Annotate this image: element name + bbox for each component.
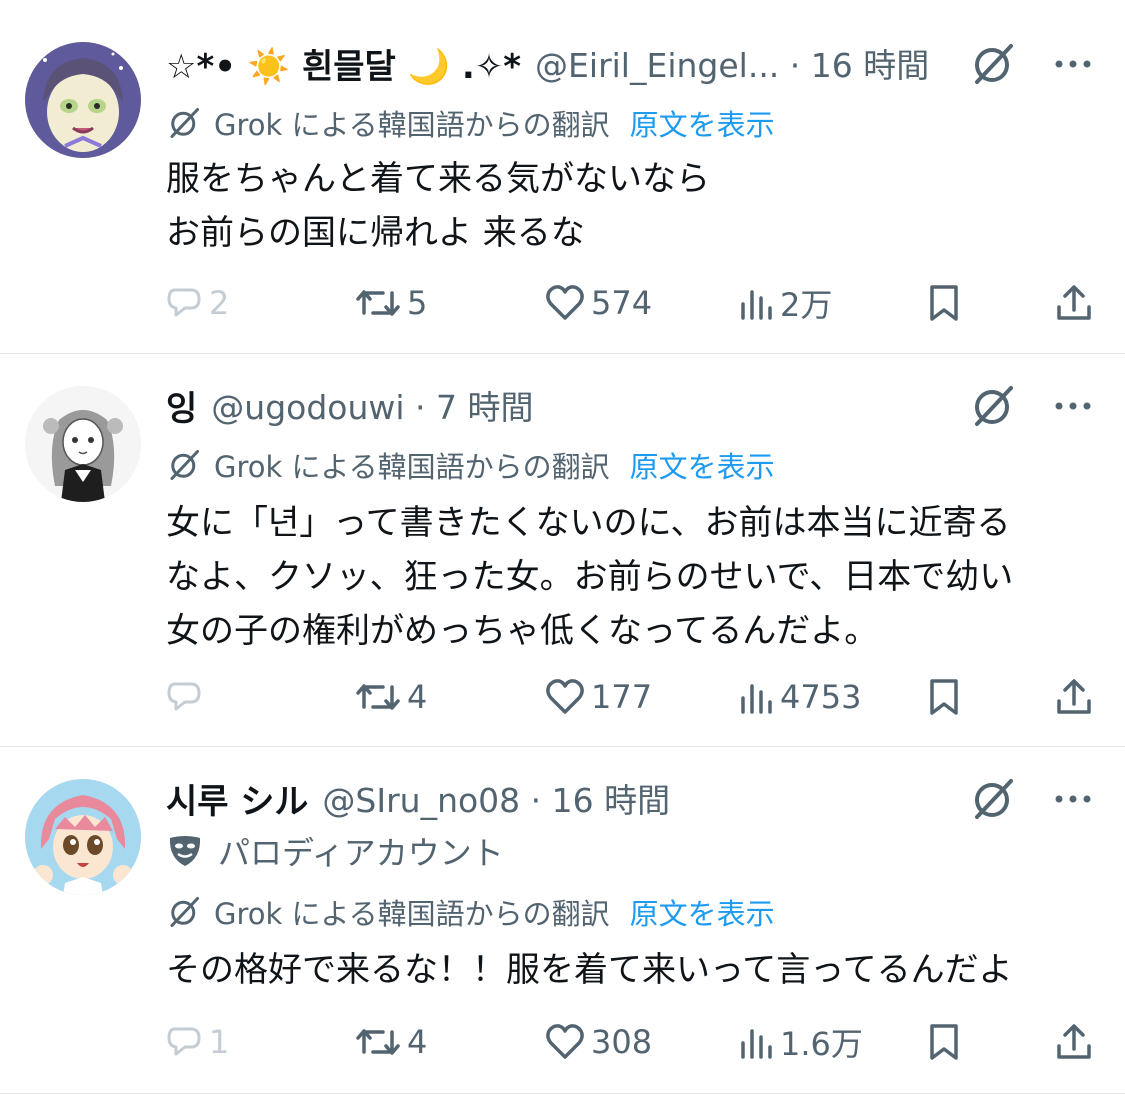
avatar[interactable] <box>25 42 141 158</box>
share-icon <box>1057 285 1091 320</box>
tweet[interactable]: 시루 シル @SIru_no08 · 16 時間 パロディアカウント Grok … <box>0 747 1125 1096</box>
share-button[interactable] <box>1055 278 1099 328</box>
handle-and-time[interactable]: @ugodouwi · 7 時間 <box>211 381 533 429</box>
bookmark-icon <box>930 285 958 321</box>
tweet-text: 服をちゃんと着て来る気がないなら お前らの国に帰れよ 来るな <box>166 152 1085 260</box>
retweet-button[interactable]: 4 <box>355 1017 427 1067</box>
like-icon <box>546 285 584 320</box>
avatar[interactable] <box>25 386 141 502</box>
views-button[interactable]: 2万 <box>738 278 832 328</box>
parody-account-label: パロディアカウント <box>166 829 504 873</box>
reply-icon <box>167 288 201 317</box>
retweet-button[interactable]: 5 <box>355 278 427 328</box>
tweet[interactable]: 잉 @ugodouwi · 7 時間 Grok による韓国語からの翻訳 原文を表… <box>0 354 1125 746</box>
views-icon <box>741 290 772 320</box>
reply-button[interactable] <box>165 672 209 722</box>
reply-icon <box>167 682 201 711</box>
views-icon <box>741 1029 772 1059</box>
show-original-link[interactable]: 原文を表示 <box>630 444 775 486</box>
tweet-divider <box>0 1093 1125 1094</box>
action-bar: 4 177 4753 <box>0 672 1125 722</box>
translation-notice: Grok による韓国語からの翻訳 原文を表示 <box>166 101 775 145</box>
avatar[interactable] <box>25 779 141 895</box>
handle-and-time[interactable]: @Eiril_Eingel... · 16 時間 <box>535 39 929 87</box>
translation-label: Grok による韓国語からの翻訳 <box>214 108 610 142</box>
show-original-link[interactable]: 原文を表示 <box>630 891 775 933</box>
share-button[interactable] <box>1055 672 1099 722</box>
like-count: 574 <box>591 284 653 322</box>
views-count: 2万 <box>780 286 833 324</box>
action-bar: 1 4 308 1.6万 <box>0 1017 1125 1067</box>
tweet-header: 잉 @ugodouwi · 7 時間 <box>166 380 1105 430</box>
translation-label: Grok による韓国語からの翻訳 <box>214 897 610 931</box>
display-name[interactable]: 잉 <box>166 381 197 430</box>
tweet-text-line: 服をちゃんと着て来る気がないなら <box>166 159 710 199</box>
like-button[interactable]: 177 <box>545 672 652 722</box>
tweet-text-line: その格好で来るな！！服を着て来いって言ってるんだよ <box>166 950 1013 990</box>
views-icon <box>741 684 772 714</box>
translation-notice: Grok による韓国語からの翻訳 原文を表示 <box>166 443 775 487</box>
action-bar: 2 5 574 2万 <box>0 278 1125 328</box>
share-icon <box>1057 679 1091 714</box>
views-count: 4753 <box>780 678 862 716</box>
like-button[interactable]: 308 <box>545 1017 652 1067</box>
bookmark-button[interactable] <box>926 1017 968 1067</box>
display-name[interactable]: ☆*• ☀️ 흰믈달 🌙 .✧* <box>166 39 521 88</box>
bookmark-button[interactable] <box>926 672 968 722</box>
translate-icon <box>170 897 199 927</box>
bookmark-button[interactable] <box>926 278 968 328</box>
translate-icon <box>170 450 199 480</box>
parody-label-text: パロディアカウント <box>218 834 504 872</box>
translate-icon <box>170 108 199 138</box>
reply-button[interactable]: 1 <box>165 1017 229 1067</box>
show-original-link[interactable]: 原文を表示 <box>630 102 775 144</box>
views-button[interactable]: 1.6万 <box>738 1017 863 1067</box>
tweet-text: その格好で来るな！！服を着て来いって言ってるんだよ <box>166 943 1085 997</box>
tweet-header: 시루 シル @SIru_no08 · 16 時間 <box>166 773 1105 823</box>
like-count: 177 <box>591 678 653 716</box>
display-name[interactable]: 시루 シル <box>166 774 308 823</box>
reply-count: 2 <box>209 284 230 322</box>
tweet-header: ☆*• ☀️ 흰믈달 🌙 .✧* @Eiril_Eingel... · 16 時… <box>166 38 1105 88</box>
retweet-count: 4 <box>407 1023 428 1061</box>
tweet[interactable]: ☆*• ☀️ 흰믈달 🌙 .✧* @Eiril_Eingel... · 16 時… <box>0 0 1125 352</box>
grok-icon[interactable] <box>969 40 1017 88</box>
tweet-text-line: お前らの国に帰れよ 来るな <box>166 213 585 253</box>
retweet-count: 4 <box>407 678 428 716</box>
tweet-text: 女に「년」って書きたくないのに、お前は本当に近寄る なよ、クソッ、狂った女。お前… <box>166 496 1085 658</box>
views-count: 1.6万 <box>780 1025 863 1063</box>
retweet-count: 5 <box>407 284 428 322</box>
parody-mask-icon <box>169 836 201 866</box>
bookmark-icon <box>930 1024 958 1060</box>
tweet-text-line: 女の子の権利がめっちゃ低くなってるんだよ。 <box>166 611 879 651</box>
bookmark-icon <box>930 679 958 715</box>
translation-notice: Grok による韓国語からの翻訳 原文を表示 <box>166 890 775 934</box>
more-icon[interactable] <box>1051 42 1095 86</box>
grok-icon[interactable] <box>969 775 1017 823</box>
reply-button[interactable]: 2 <box>165 278 229 328</box>
share-icon <box>1057 1024 1091 1059</box>
translation-label: Grok による韓国語からの翻訳 <box>214 450 610 484</box>
retweet-icon <box>356 1029 400 1055</box>
like-icon <box>546 679 584 714</box>
like-button[interactable]: 574 <box>545 278 652 328</box>
tweet-text-line: 女に「년」って書きたくないのに、お前は本当に近寄る <box>166 503 1011 543</box>
views-button[interactable]: 4753 <box>738 672 861 722</box>
grok-icon[interactable] <box>969 382 1017 430</box>
reply-icon <box>167 1027 201 1056</box>
retweet-icon <box>356 684 400 710</box>
like-count: 308 <box>591 1023 653 1061</box>
reply-count: 1 <box>209 1023 230 1061</box>
retweet-button[interactable]: 4 <box>355 672 427 722</box>
tweet-text-line: なよ、クソッ、狂った女。お前らのせいで、日本で幼い <box>166 557 1014 597</box>
more-icon[interactable] <box>1051 777 1095 821</box>
like-icon <box>546 1024 584 1059</box>
handle-and-time[interactable]: @SIru_no08 · 16 時間 <box>322 774 670 822</box>
retweet-icon <box>356 290 400 316</box>
more-icon[interactable] <box>1051 384 1095 428</box>
share-button[interactable] <box>1055 1017 1099 1067</box>
